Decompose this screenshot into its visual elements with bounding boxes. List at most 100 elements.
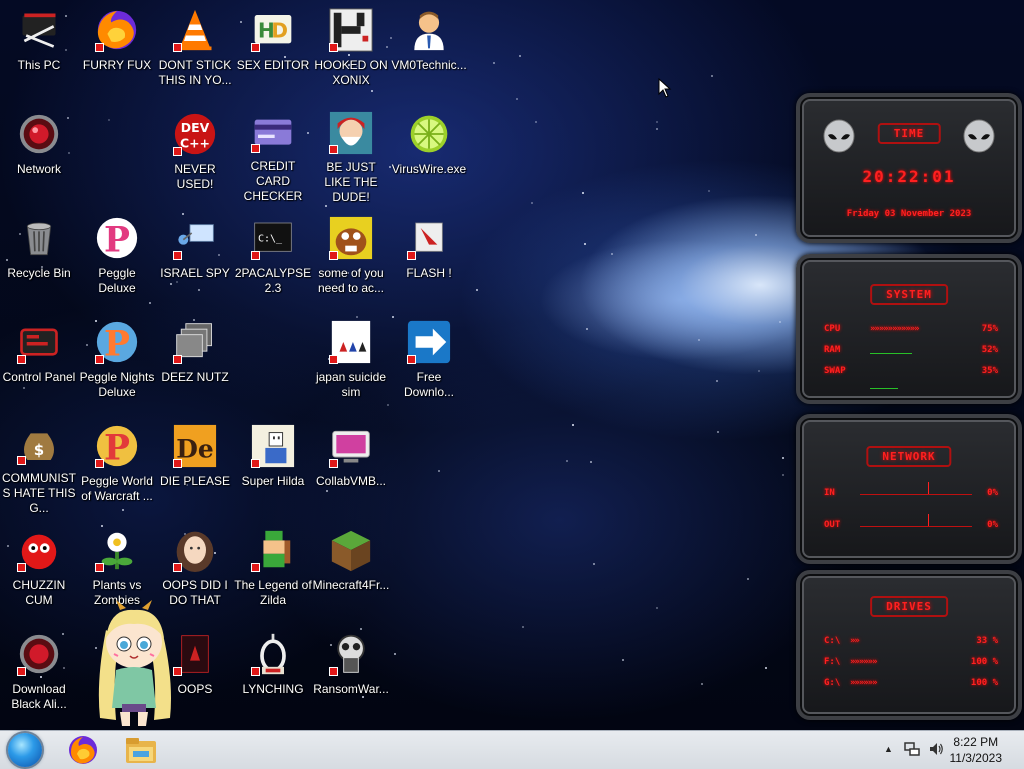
super-hilda-icon (249, 422, 297, 470)
drive-row-value: 100 % (970, 678, 998, 688)
system-row-value: 75% (981, 324, 998, 334)
desktop-icon-deez-nutz[interactable]: DEEZ NUTZ (156, 312, 234, 412)
alien-head-icon (823, 119, 855, 153)
desktop-icon-never-used[interactable]: DEV C++ NEVER USED! (156, 104, 234, 204)
network-widget-title: NETWORK (866, 446, 952, 467)
desktop-icon-label: BE JUST LIKE THE DUDE! (324, 160, 378, 204)
desktop-icon-peggle-deluxe[interactable]: P Peggle Deluxe (78, 208, 156, 308)
never-used-icon: DEV C++ (171, 110, 219, 158)
furry-fux-icon (93, 6, 141, 54)
system-widget: SYSTEM CPU 75% »»»»»»»»»»» RAM 52% SWAP 35% (796, 254, 1022, 404)
desktop-icon-download-black-ali[interactable]: Download Black Ali... (0, 624, 78, 724)
time-widget-date: Friday 03 November 2023 (846, 209, 972, 219)
desktop-icon-chuzzin-cum[interactable]: CHUZZIN CUM (0, 520, 78, 620)
desktop-icon-credit-card-checker[interactable]: CREDIT CARD CHECKER (234, 104, 312, 204)
desktop-icon-flash[interactable]: FLASH ! (390, 208, 468, 308)
control-panel-icon (15, 318, 63, 366)
dont-stick-icon (171, 6, 219, 54)
desktop-icon-label: COMMUNISTS HATE THIS G... (2, 471, 76, 515)
network-row-value: 0% (987, 488, 998, 498)
israel-spy-icon (171, 214, 219, 262)
drive-row-value: 100 % (970, 657, 998, 667)
viruswire-icon (405, 110, 453, 158)
taskbar-file-explorer-button[interactable] (122, 733, 160, 767)
desktop-icon-some-of-you[interactable]: some of you need to ac... (312, 208, 390, 308)
die-please-icon: De (171, 422, 219, 470)
desktop-icon-be-just-like[interactable]: BE JUST LIKE THE DUDE! (312, 104, 390, 204)
alien-head-icon (963, 119, 995, 153)
drive-row-meter: »»»»»» (850, 657, 877, 667)
desktop-icon-network[interactable]: Network (0, 104, 78, 204)
drive-row-name: C:\ (824, 636, 841, 646)
desktop-icon-hooked-on-xonix[interactable]: HOOKED ON XONIX (312, 0, 390, 100)
desktop-icon-sex-editor[interactable]: H D SEX EDITOR (234, 0, 312, 100)
desktop-icon-ransomwar[interactable]: RansomWar... (312, 624, 390, 724)
network-icon[interactable] (904, 741, 920, 757)
wallpaper-star (521, 626, 524, 629)
network-row-name: IN (824, 488, 835, 498)
desktop-icon-legend-of-zilda[interactable]: The Legend of Zilda (234, 520, 312, 620)
taskbar-firefox-button[interactable] (64, 733, 102, 767)
desktop-icon-communists[interactable]: $ COMMUNISTS HATE THIS G... (0, 416, 78, 516)
system-tray: ▲ 8:22 PM 11/3/2023 (844, 731, 1024, 769)
shortcut-arrow-icon (251, 43, 260, 52)
desktop-icon-recycle-bin[interactable]: Recycle Bin (0, 208, 78, 308)
this-pc-icon (15, 6, 63, 54)
network-row-spike (928, 482, 929, 494)
desktop-icon-japan-suicide-sim[interactable]: japan suicide sim (312, 312, 390, 412)
desktop-icon-this-pc[interactable]: This PC (0, 0, 78, 100)
desktop-icon-label: LYNCHING (242, 682, 304, 696)
system-row-name: CPU (824, 324, 841, 334)
taskbar-clock[interactable]: 8:22 PM 11/3/2023 (950, 734, 1003, 766)
desktop-icon-furry-fux[interactable]: FURRY FUX (78, 0, 156, 100)
credit-card-checker-icon (249, 110, 297, 155)
start-button[interactable] (8, 733, 42, 767)
recycle-bin-icon (15, 214, 63, 262)
shortcut-arrow-icon (95, 43, 104, 52)
communists-icon: $ (15, 422, 63, 467)
desktop-icon-super-hilda[interactable]: Super Hilda (234, 416, 312, 516)
desktop-icon-die-please[interactable]: De DIE PLEASE (156, 416, 234, 516)
network-row-graph (860, 494, 972, 495)
desktop-icon-label: Control Panel (2, 370, 76, 384)
wallpaper-star (754, 233, 757, 236)
desktop-icon-vm0technic[interactable]: VM0Technic... (390, 0, 468, 100)
desktop-icon-label: DONT STICK THIS IN YO... (158, 58, 232, 87)
desktop-icon-collabvmb[interactable]: CollabVMB... (312, 416, 390, 516)
desktop-icon-label: Peggle Nights Deluxe (79, 370, 155, 399)
shortcut-arrow-icon (17, 667, 26, 676)
time-widget: TIME 20:22:01 Friday 03 November 2023 (796, 93, 1022, 243)
desktop-icon-peggle-nights[interactable]: P Peggle Nights Deluxe (78, 312, 156, 412)
desktop-icon-2pacalypse[interactable]: C:\_ 2PACALYPSE 2.3 (234, 208, 312, 308)
desktop-icon-minecraft4fr[interactable]: Minecraft4Fr... (312, 520, 390, 620)
svg-text:C++: C++ (180, 135, 210, 150)
taskbar: ▲ 8:22 PM 11/3/2023 (0, 730, 1024, 769)
network-row-value: 0% (987, 520, 998, 530)
desktop-icon-peggle-world[interactable]: P Peggle World of Warcraft ... (78, 416, 156, 516)
desktop-icon-label: NEVER USED! (174, 162, 216, 191)
some-of-you-icon (327, 214, 375, 262)
legend-of-zilda-icon (249, 526, 297, 574)
desktop-icon-free-download[interactable]: Free Downlo... (390, 312, 468, 412)
desktop-icon-viruswire[interactable]: VirusWire.exe (390, 104, 468, 204)
shortcut-arrow-icon (173, 43, 182, 52)
desktop-icon-label: Download Black Ali... (11, 682, 67, 711)
desktop-icon-dont-stick[interactable]: DONT STICK THIS IN YO... (156, 0, 234, 100)
time-widget-clock: 20:22:01 (862, 167, 956, 186)
taskbar-clock-time: 8:22 PM (953, 735, 999, 749)
peggle-world-icon: P (93, 422, 141, 470)
desktop-icon-control-panel[interactable]: Control Panel (0, 312, 78, 412)
desktop-icon-lynching[interactable]: LYNCHING (234, 624, 312, 724)
japan-suicide-sim-icon (327, 318, 375, 366)
wallpaper-star (610, 253, 613, 256)
ransomwar-icon (327, 630, 375, 678)
download-black-ali-icon (15, 630, 63, 678)
free-download-icon (405, 318, 453, 366)
volume-icon[interactable] (928, 741, 944, 757)
show-hidden-icons-chevron-up-icon[interactable]: ▲ (884, 744, 893, 754)
desktop-icon-israel-spy[interactable]: ISRAEL SPY (156, 208, 234, 308)
be-just-like-icon (327, 110, 375, 156)
desktop-icon-label: japan suicide sim (315, 370, 387, 399)
shortcut-arrow-icon (173, 355, 182, 364)
shortcut-arrow-icon (95, 355, 104, 364)
